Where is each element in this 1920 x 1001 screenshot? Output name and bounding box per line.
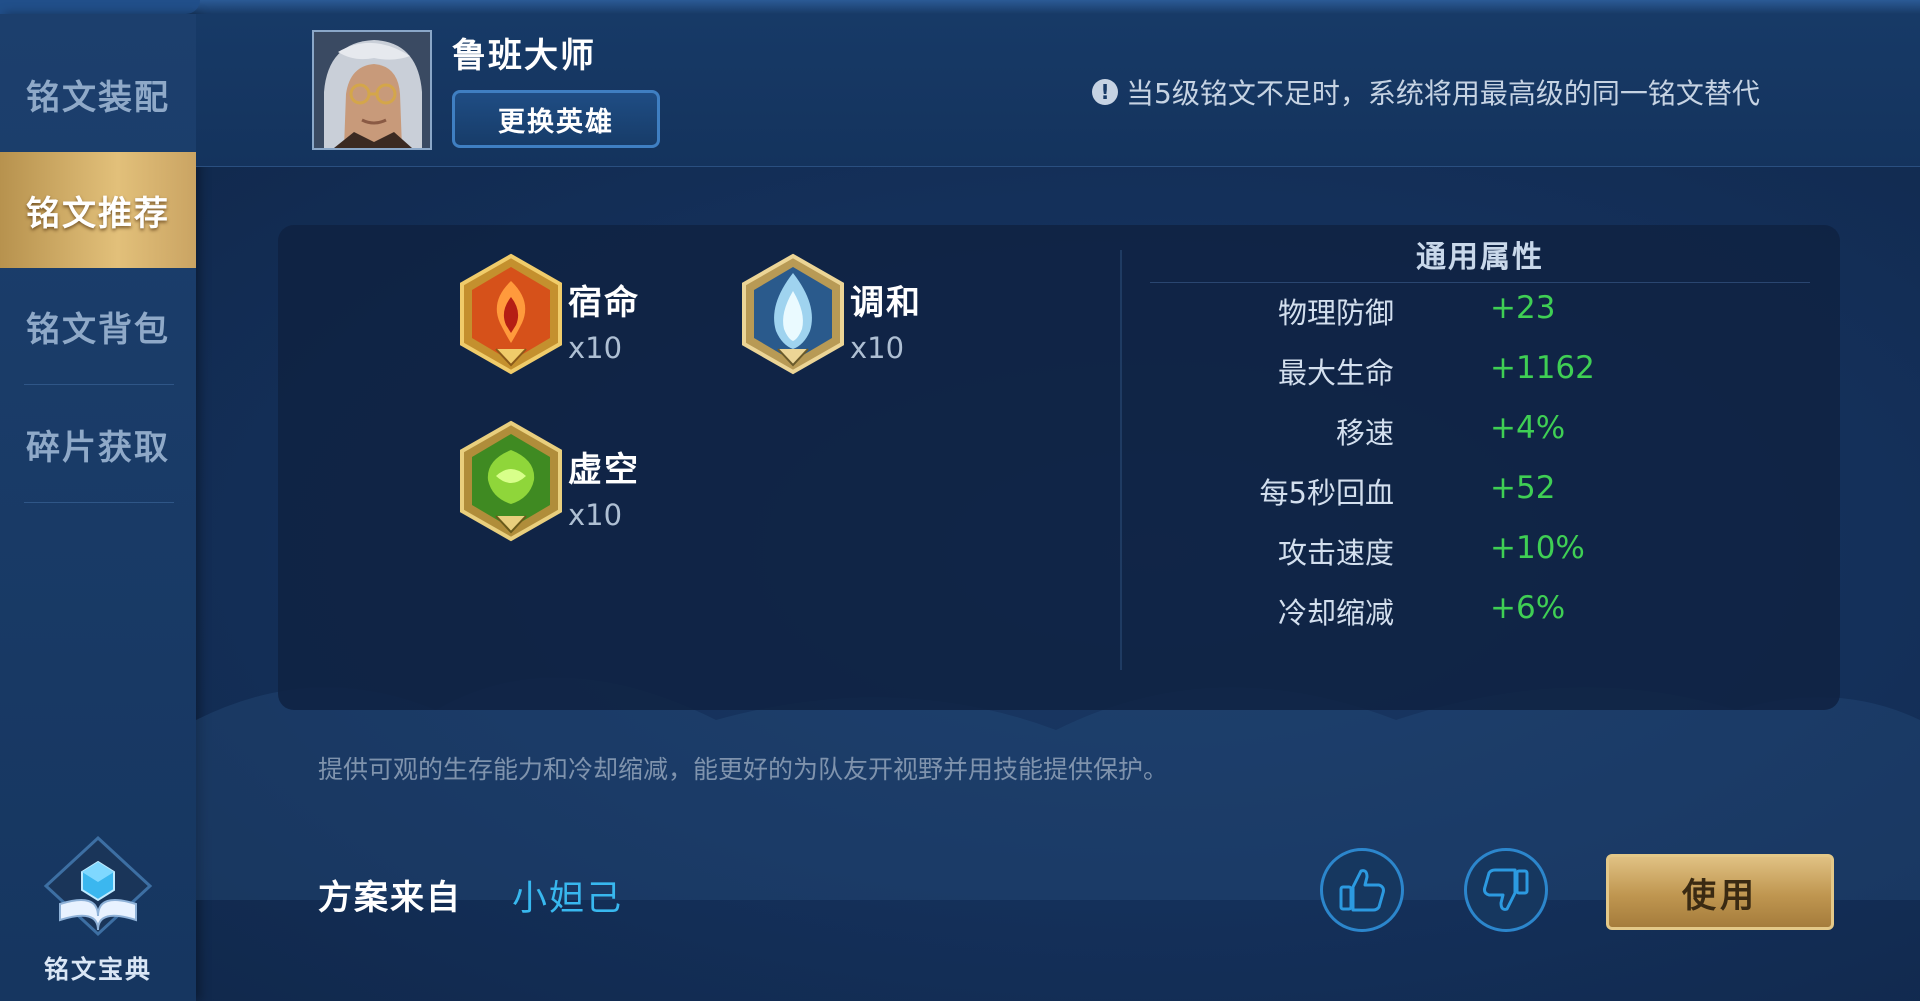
attribute-value: +1162 bbox=[1490, 350, 1595, 386]
info-icon: ! bbox=[1092, 79, 1118, 105]
sidebar-item-label: 铭文背包 bbox=[26, 309, 170, 350]
attribute-value: +23 bbox=[1490, 290, 1556, 326]
sidebar-item-fragments[interactable]: 碎片获取 bbox=[0, 386, 196, 502]
thumbs-down-icon bbox=[1483, 868, 1529, 911]
codex-label: 铭文宝典 bbox=[43, 955, 152, 984]
void-rune-icon bbox=[460, 420, 562, 542]
dislike-button[interactable] bbox=[1464, 848, 1548, 932]
rune-codex-button[interactable]: 铭文宝典 bbox=[0, 834, 196, 994]
attributes-title-divider bbox=[1150, 282, 1810, 283]
attribute-row: 物理防御 +23 bbox=[1120, 290, 1840, 340]
attribute-value: +10% bbox=[1490, 530, 1585, 566]
harmony-rune-icon bbox=[742, 253, 844, 375]
sidebar-divider bbox=[24, 384, 174, 385]
attribute-row: 每5秒回血 +52 bbox=[1120, 470, 1840, 520]
attribute-value: +4% bbox=[1490, 410, 1566, 446]
sidebar-item-rune-recommend[interactable]: 铭文推荐 bbox=[0, 152, 196, 268]
attribute-label: 每5秒回血 bbox=[1259, 476, 1394, 510]
top-strip bbox=[0, 0, 1920, 14]
destiny-rune-icon bbox=[460, 253, 562, 375]
attribute-row: 攻击速度 +10% bbox=[1120, 530, 1840, 580]
attribute-row: 冷却缩减 +6% bbox=[1120, 590, 1840, 640]
hero-name: 鲁班大师 bbox=[452, 36, 596, 76]
rune-item-void[interactable]: 虚空 x10 bbox=[456, 420, 796, 550]
attributes-title: 通用属性 bbox=[1416, 240, 1544, 275]
source-label: 方案来自 bbox=[318, 878, 462, 918]
hero-portrait bbox=[314, 32, 430, 148]
attribute-value: +52 bbox=[1490, 470, 1556, 506]
rune-count: x10 bbox=[850, 331, 905, 365]
rune-item-harmony[interactable]: 调和 x10 bbox=[738, 253, 1078, 383]
sidebar-item-label: 铭文推荐 bbox=[26, 193, 170, 234]
attribute-value: +6% bbox=[1490, 590, 1566, 626]
attribute-label: 物理防御 bbox=[1277, 296, 1394, 330]
like-button[interactable] bbox=[1320, 848, 1404, 932]
use-button[interactable]: 使用 bbox=[1606, 854, 1834, 930]
rune-count: x10 bbox=[568, 331, 623, 365]
rune-name: 虚空 bbox=[568, 450, 640, 490]
sidebar: 铭文装配 铭文推荐 铭文背包 碎片获取 铭文宝典 bbox=[0, 14, 196, 1001]
attribute-label: 最大生命 bbox=[1277, 356, 1394, 390]
attribute-label: 移速 bbox=[1335, 416, 1394, 450]
hero-avatar[interactable] bbox=[312, 30, 432, 150]
rune-count: x10 bbox=[568, 498, 623, 532]
attribute-label: 攻击速度 bbox=[1277, 536, 1394, 570]
change-hero-label: 更换英雄 bbox=[498, 106, 614, 138]
rune-name: 宿命 bbox=[568, 283, 640, 323]
use-button-label: 使用 bbox=[1682, 875, 1758, 916]
sidebar-item-label: 铭文装配 bbox=[26, 77, 170, 118]
notice-text: 当5级铭文不足时，系统将用最高级的同一铭文替代 bbox=[1126, 77, 1760, 110]
attribute-row: 移速 +4% bbox=[1120, 410, 1840, 460]
change-hero-button[interactable]: 更换英雄 bbox=[452, 90, 660, 148]
attribute-row: 最大生命 +1162 bbox=[1120, 350, 1840, 400]
attribute-label: 冷却缩减 bbox=[1277, 596, 1394, 630]
top-tab-edge bbox=[0, 0, 200, 14]
rune-name: 调和 bbox=[850, 283, 922, 323]
codex-book-icon bbox=[43, 835, 153, 937]
source-author-link[interactable]: 小妲己 bbox=[512, 870, 623, 921]
sidebar-item-rune-bag[interactable]: 铭文背包 bbox=[0, 268, 196, 384]
sidebar-divider bbox=[24, 502, 174, 503]
thumbs-up-icon bbox=[1339, 869, 1385, 912]
sidebar-item-rune-equip[interactable]: 铭文装配 bbox=[0, 36, 196, 152]
plan-description: 提供可观的生存能力和冷却缩减，能更好的为队友开视野并用技能提供保护。 bbox=[318, 755, 1169, 784]
sidebar-item-label: 碎片获取 bbox=[26, 427, 170, 468]
notice: ! 当5级铭文不足时，系统将用最高级的同一铭文替代 bbox=[1092, 72, 1760, 112]
